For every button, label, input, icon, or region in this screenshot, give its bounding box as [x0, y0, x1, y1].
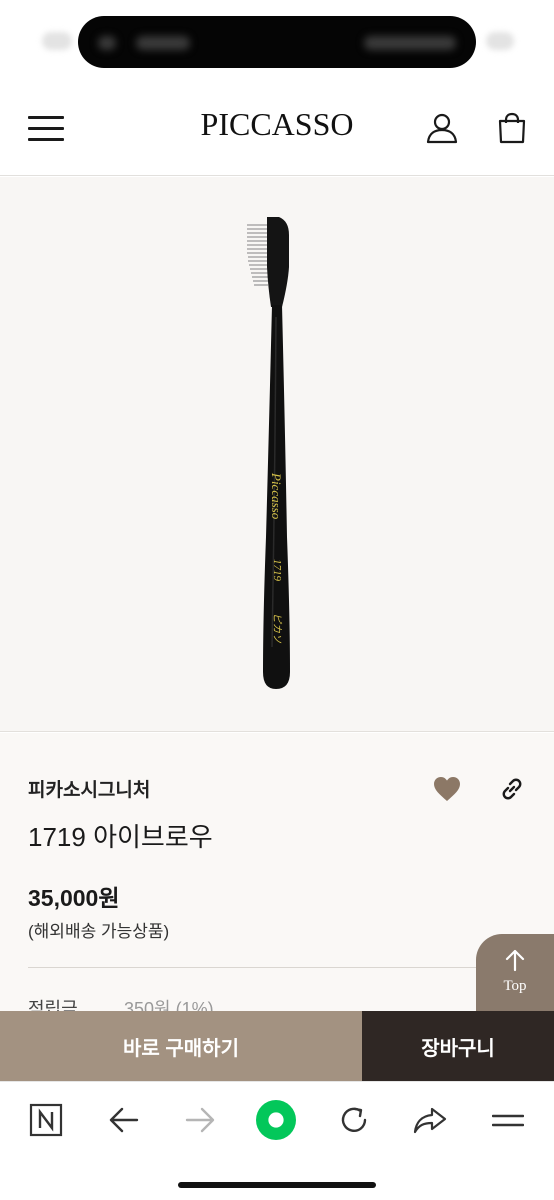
share-icon[interactable]	[410, 1100, 450, 1140]
shopping-bag-icon[interactable]	[495, 111, 529, 145]
product-info: 피카소시그니처 1719 아이브로우 35,000원 (해외배송 가능상품) 적…	[0, 733, 554, 1013]
url-text-blurred	[136, 36, 190, 50]
buy-now-button[interactable]: 바로 구매하기	[0, 1011, 362, 1081]
forward-arrow-icon[interactable]	[180, 1100, 220, 1140]
handle-brand-text: Piccasso	[269, 472, 284, 520]
reload-icon[interactable]	[334, 1100, 374, 1140]
product-brand[interactable]: 피카소시그니처	[28, 775, 150, 802]
product-price: 35,000원	[28, 885, 120, 911]
status-bar	[0, 0, 554, 84]
scroll-top-label: Top	[503, 978, 527, 994]
purchase-bar: 바로 구매하기 장바구니	[0, 1011, 554, 1081]
back-arrow-icon[interactable]	[104, 1100, 144, 1140]
browser-url-pill[interactable]	[78, 16, 476, 68]
user-icon[interactable]	[425, 111, 459, 145]
link-icon[interactable]	[498, 775, 528, 805]
status-battery-blurred	[486, 32, 514, 50]
arrow-up-icon	[505, 949, 525, 972]
divider	[28, 967, 526, 968]
handle-kana-text: ピカソ	[271, 613, 283, 644]
site-header: PICCASSO	[0, 84, 554, 176]
url-icon-blurred	[98, 36, 116, 50]
heart-icon[interactable]	[432, 775, 462, 805]
eyebrow-comb-brush-image: Piccasso 1719 ピカソ	[247, 217, 290, 689]
site-logo[interactable]: PICCASSO	[0, 106, 554, 143]
url-right-blurred	[364, 36, 456, 50]
product-name: 1719 아이브로우	[28, 822, 213, 852]
browser-toolbar	[0, 1081, 554, 1200]
green-circle-home-icon[interactable]	[256, 1100, 296, 1140]
shipping-note: (해외배송 가능상품)	[28, 922, 170, 941]
add-to-cart-button[interactable]: 장바구니	[362, 1011, 554, 1081]
menu-icon[interactable]	[488, 1100, 528, 1140]
handle-number-text: 1719	[271, 559, 283, 582]
naver-n-icon[interactable]	[26, 1100, 66, 1140]
home-indicator	[178, 1182, 376, 1188]
status-time-blurred	[42, 32, 72, 50]
product-image: Piccasso 1719 ピカソ	[0, 177, 554, 732]
